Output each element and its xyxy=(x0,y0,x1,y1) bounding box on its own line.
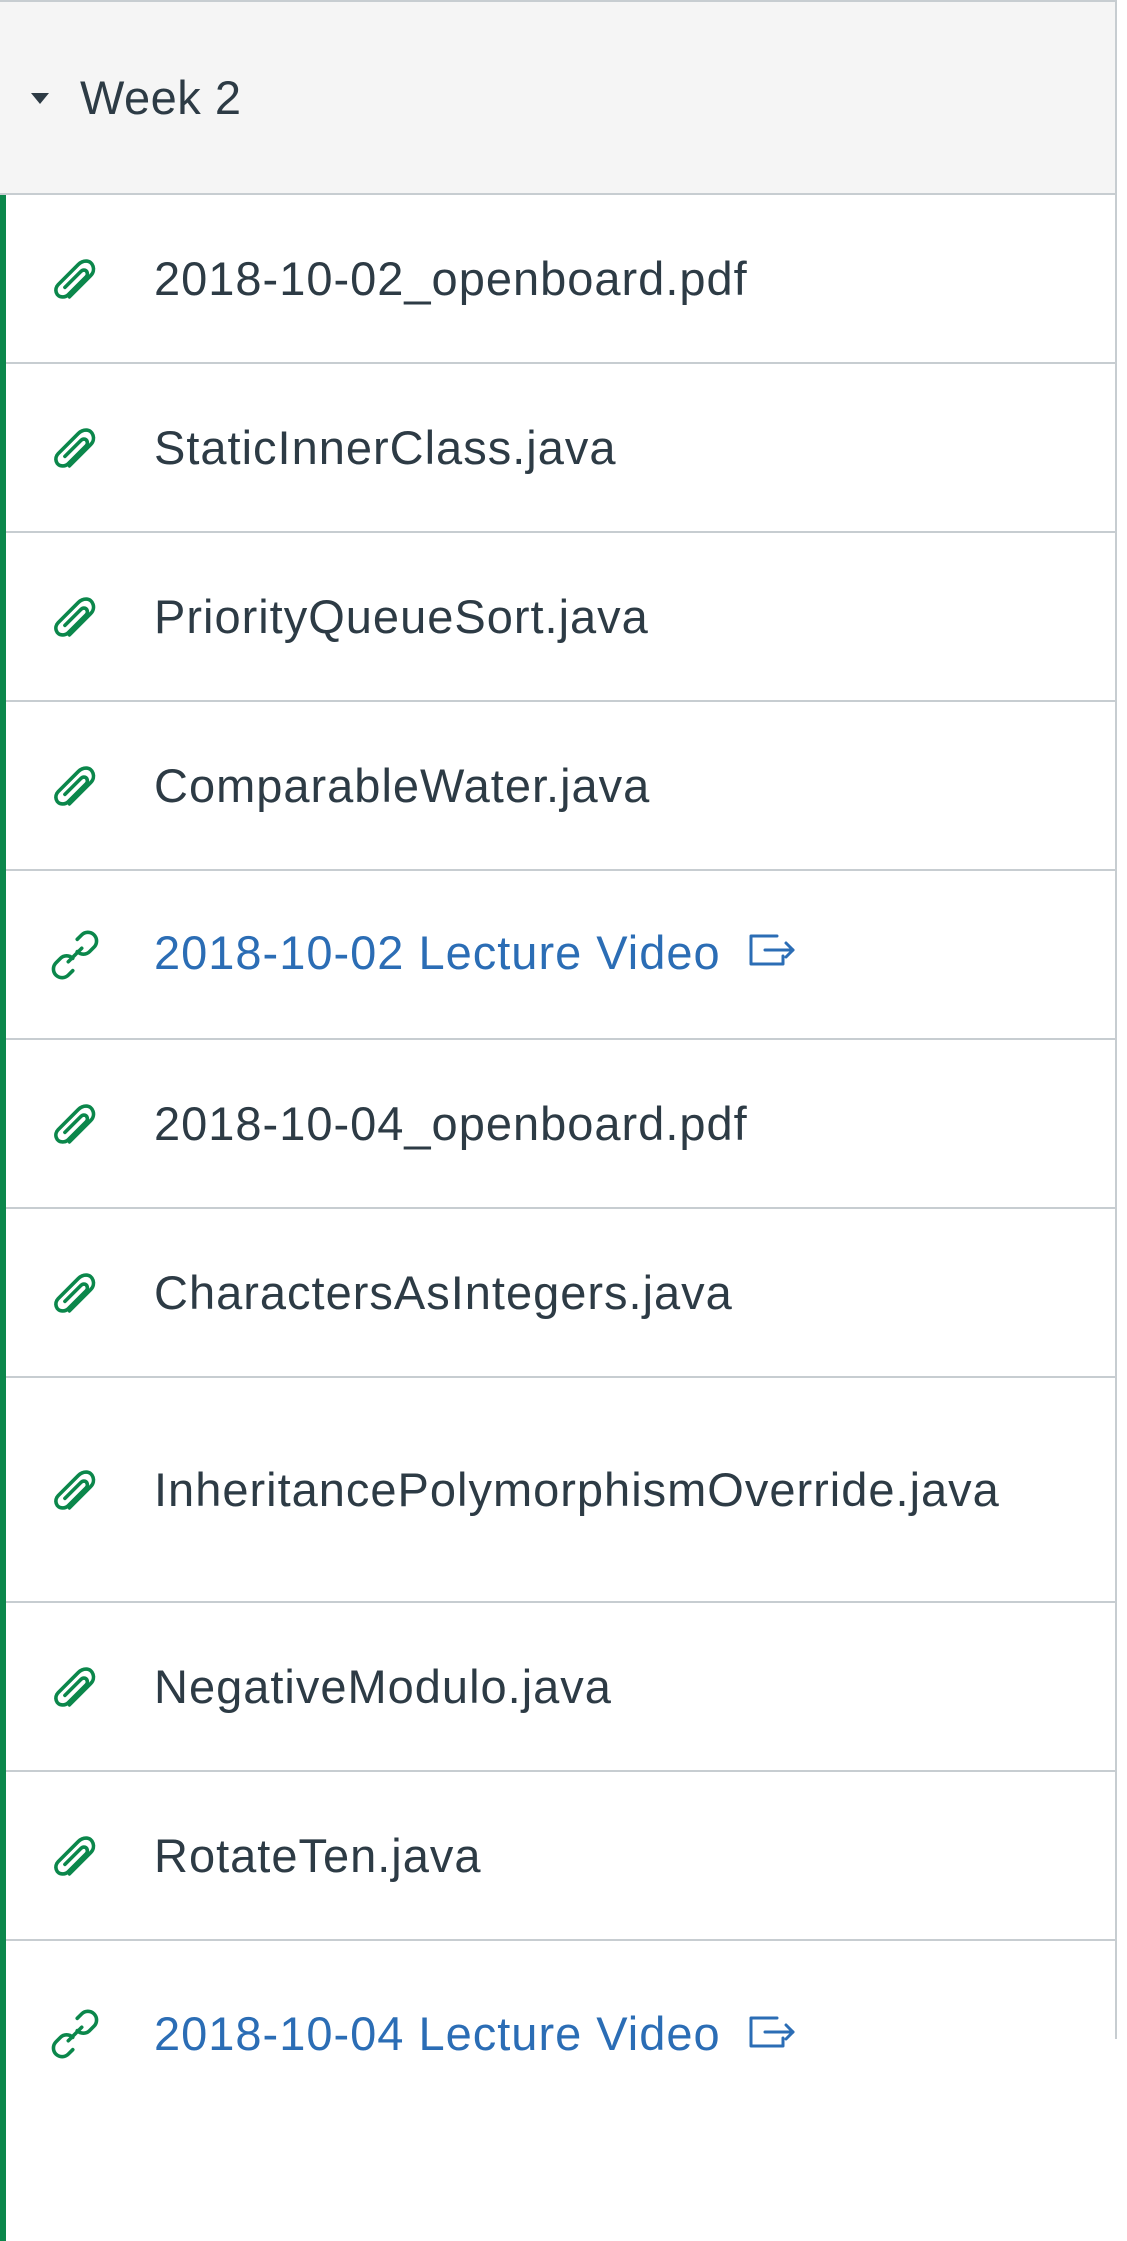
paperclip-icon xyxy=(6,1828,154,1884)
module-item[interactable]: StaticInnerClass.java xyxy=(6,364,1115,533)
item-title[interactable]: StaticInnerClass.java xyxy=(154,411,616,485)
module-item[interactable]: 2018-10-02_openboard.pdf xyxy=(6,195,1115,364)
module-item[interactable]: CharactersAsIntegers.java xyxy=(6,1209,1115,1378)
module-item-external-link[interactable]: 2018-10-04 Lecture Video xyxy=(6,1941,1115,2241)
external-link-icon xyxy=(747,1997,797,2071)
module-title: Week 2 xyxy=(80,71,242,124)
item-link-title[interactable]: 2018-10-04 Lecture Video xyxy=(154,1997,797,2075)
module-header[interactable]: Week 2 xyxy=(0,0,1115,195)
module-item[interactable]: PriorityQueueSort.java xyxy=(6,533,1115,702)
paperclip-icon xyxy=(6,758,154,814)
module-item[interactable]: InheritancePolymorphismOverride.java xyxy=(6,1378,1115,1603)
paperclip-icon xyxy=(6,589,154,645)
module-week-2: Week 2 2018-10-02_openboard.pdf StaticIn… xyxy=(0,0,1117,2241)
item-title[interactable]: NegativeModulo.java xyxy=(154,1650,612,1724)
module-item-external-link[interactable]: 2018-10-02 Lecture Video xyxy=(6,871,1115,1040)
paperclip-icon xyxy=(6,1659,154,1715)
paperclip-icon xyxy=(6,1096,154,1152)
external-link-icon xyxy=(747,915,797,989)
link-icon xyxy=(6,1997,154,2071)
module-item-list: 2018-10-02_openboard.pdf StaticInnerClas… xyxy=(0,195,1115,2241)
paperclip-icon xyxy=(6,1462,154,1518)
paperclip-icon xyxy=(6,1265,154,1321)
module-item[interactable]: ComparableWater.java xyxy=(6,702,1115,871)
item-title[interactable]: CharactersAsIntegers.java xyxy=(154,1256,733,1330)
paperclip-icon xyxy=(6,420,154,476)
item-title[interactable]: PriorityQueueSort.java xyxy=(154,580,649,654)
paperclip-icon xyxy=(6,251,154,307)
caret-down-icon[interactable] xyxy=(0,0,80,195)
module-item[interactable]: RotateTen.java xyxy=(6,1772,1115,1941)
item-title[interactable]: InheritancePolymorphismOverride.java xyxy=(154,1453,1000,1527)
item-title[interactable]: RotateTen.java xyxy=(154,1819,482,1893)
item-title[interactable]: ComparableWater.java xyxy=(154,749,650,823)
item-title[interactable]: 2018-10-02_openboard.pdf xyxy=(154,242,748,316)
link-icon xyxy=(6,927,154,983)
item-link-title[interactable]: 2018-10-02 Lecture Video xyxy=(154,916,797,994)
module-item[interactable]: NegativeModulo.java xyxy=(6,1603,1115,1772)
module-item[interactable]: 2018-10-04_openboard.pdf xyxy=(6,1040,1115,1209)
item-title[interactable]: 2018-10-04_openboard.pdf xyxy=(154,1087,748,1161)
